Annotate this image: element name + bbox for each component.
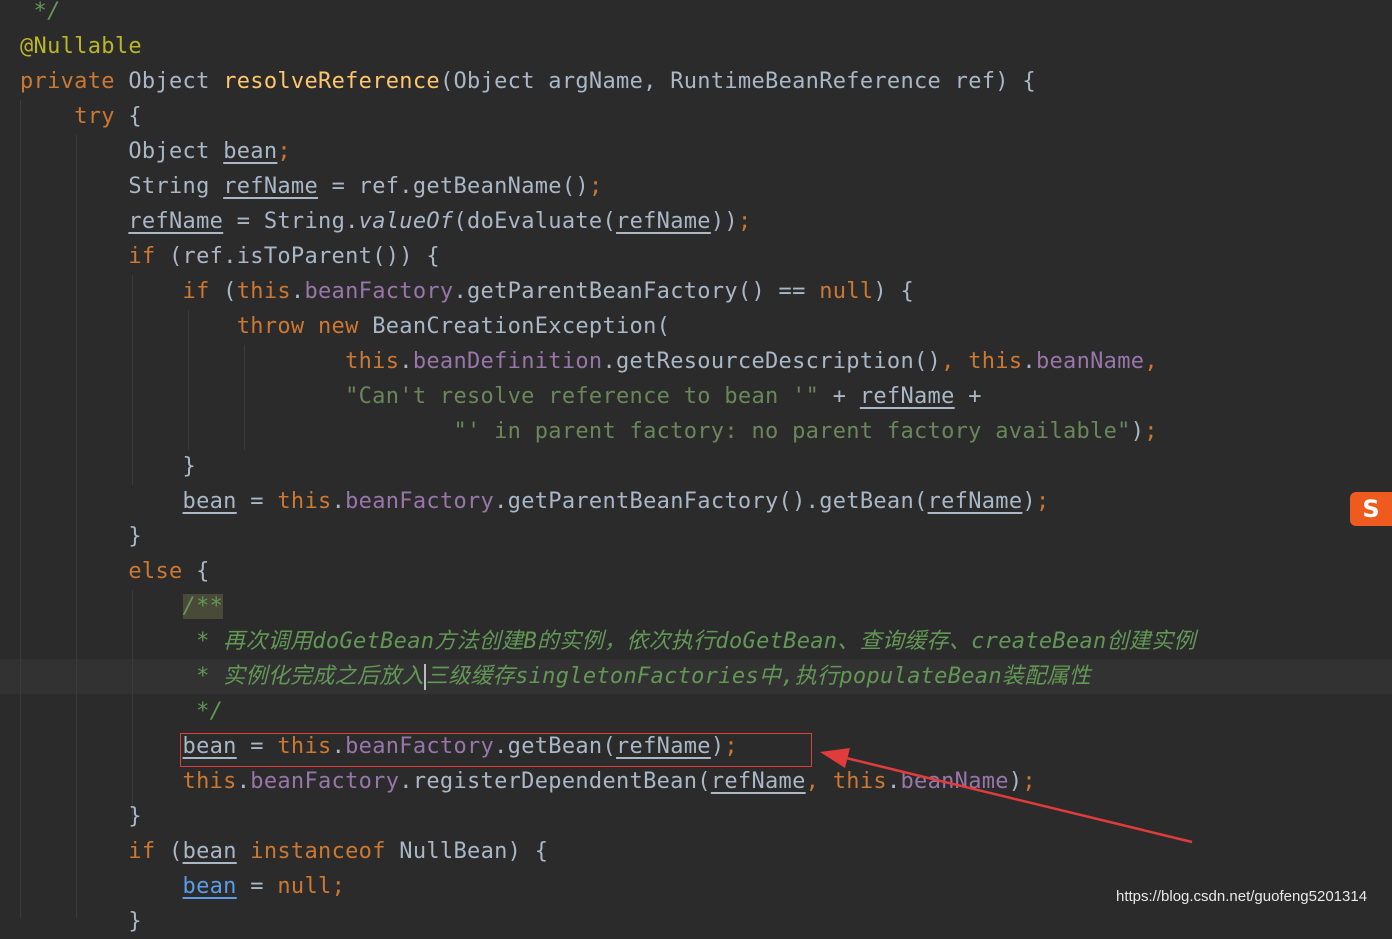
watermark: https://blog.csdn.net/guofeng5201314 xyxy=(1116,888,1368,905)
annotation-arrow xyxy=(820,748,1193,844)
code-editor[interactable]: */ @Nullable private Object resolveRefer… xyxy=(0,0,1392,934)
sogou-ime-icon[interactable]: S xyxy=(1350,492,1392,526)
